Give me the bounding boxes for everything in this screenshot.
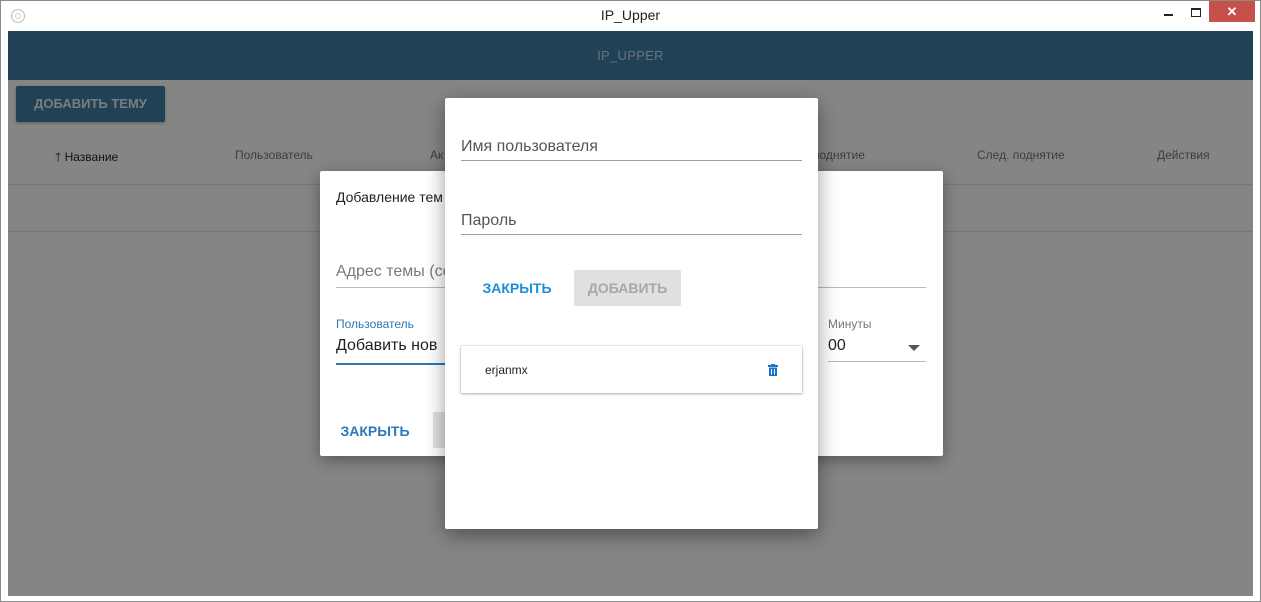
user-list: erjanmx [461, 346, 802, 393]
app-content: IP_UPPER ДОБАВИТЬ ТЕМУ 🡑 Название Пользо… [8, 31, 1253, 596]
add-topic-close-button[interactable]: ЗАКРЫТЬ [336, 417, 414, 445]
user-select-label: Пользователь [336, 317, 414, 331]
maximize-icon [1191, 7, 1201, 17]
minutes-select[interactable]: 00 [828, 335, 926, 362]
username-field[interactable]: Имя пользователя [461, 132, 802, 161]
topic-url-placeholder: Адрес темы (сс [336, 263, 451, 280]
close-icon: ✕ [1226, 3, 1238, 19]
password-placeholder: Пароль [461, 212, 517, 229]
add-topic-dialog-title: Добавление тем [336, 189, 443, 205]
minutes-select-value: 00 [828, 337, 846, 354]
title-bar: IP_Upper ✕ [1, 1, 1260, 31]
app-window: IP_Upper ✕ IP_UPPER ДОБАВИТЬ ТЕМУ 🡑 Назв… [0, 0, 1261, 602]
dropdown-arrow-icon [908, 345, 920, 351]
add-user-dialog: Имя пользователя Пароль ЗАКРЫТЬ ДОБАВИТЬ… [445, 98, 818, 529]
user-name: erjanmx [485, 363, 528, 377]
window-close-button[interactable]: ✕ [1209, 1, 1255, 22]
window-title: IP_Upper [600, 7, 661, 23]
trash-icon[interactable] [768, 364, 778, 376]
add-user-close-button[interactable]: ЗАКРЫТЬ [471, 270, 563, 306]
user-select-value: Добавить нов [336, 337, 438, 354]
username-placeholder: Имя пользователя [461, 138, 598, 155]
password-field[interactable]: Пароль [461, 206, 802, 235]
minimize-button[interactable] [1153, 1, 1183, 23]
add-user-submit-button[interactable]: ДОБАВИТЬ [574, 270, 681, 306]
list-item: erjanmx [461, 346, 802, 393]
maximize-button[interactable] [1181, 1, 1211, 23]
minutes-select-label: Минуты [828, 317, 872, 331]
minimize-icon [1163, 14, 1173, 16]
